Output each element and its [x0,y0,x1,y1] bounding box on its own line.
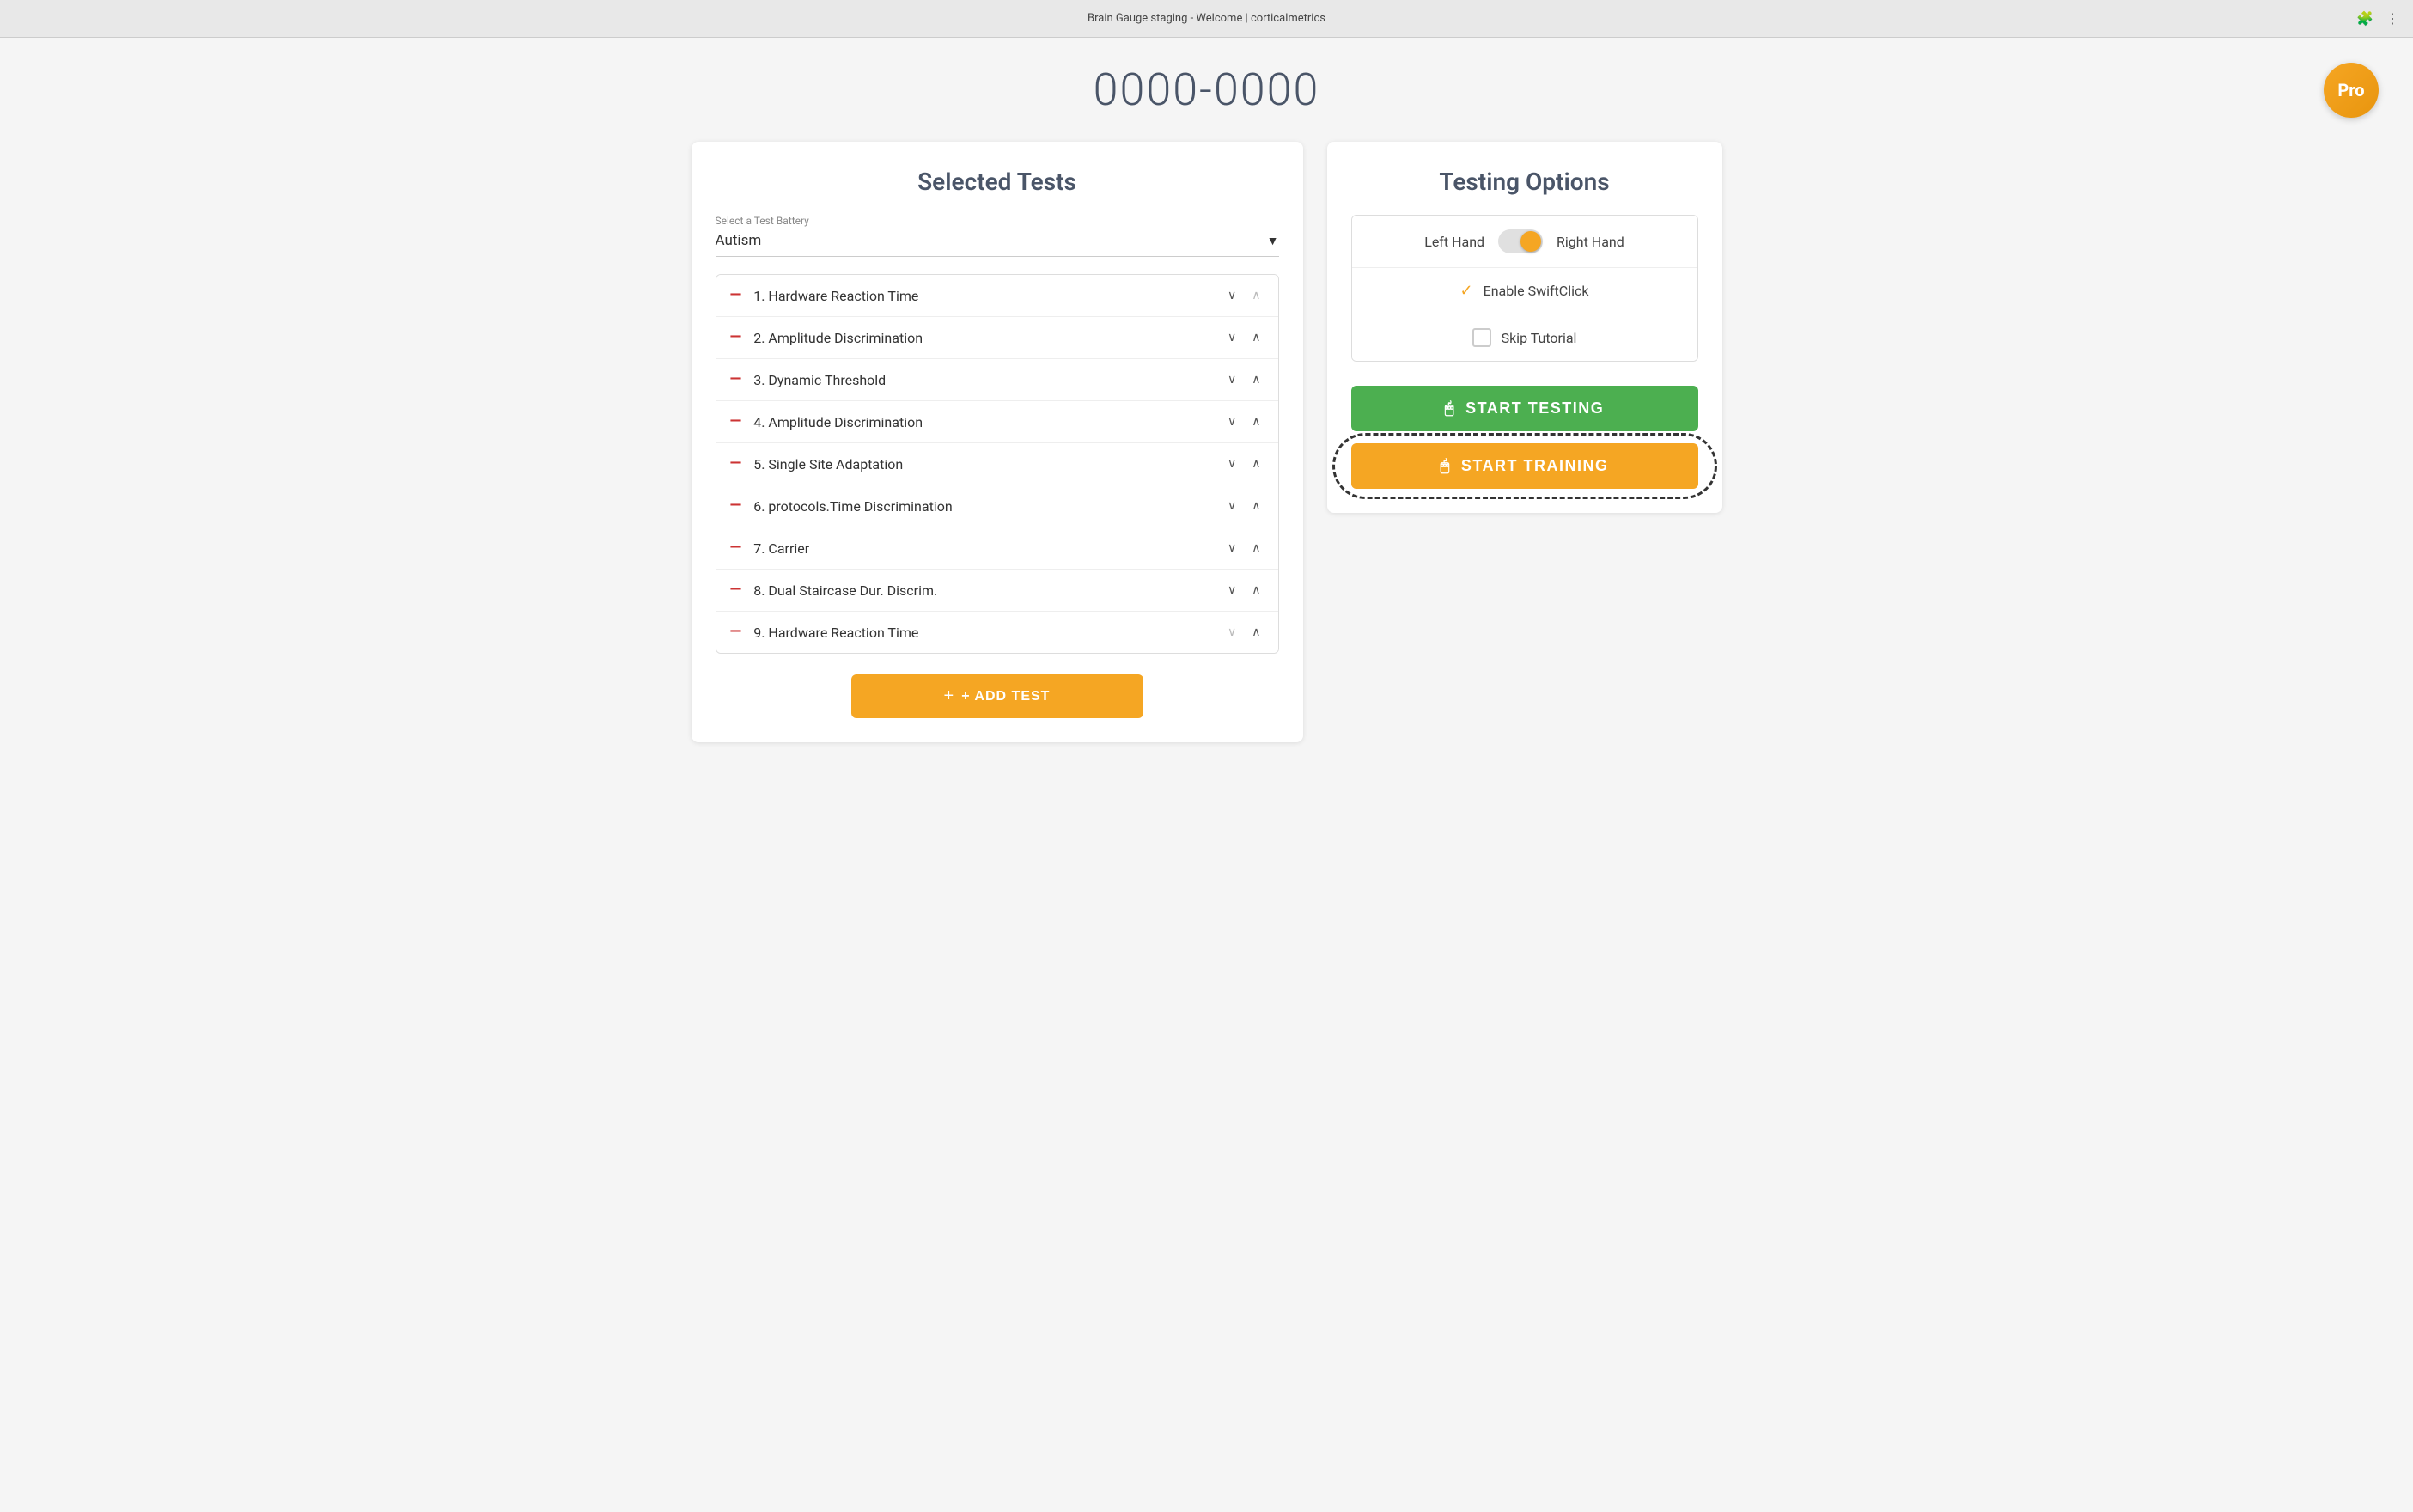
browser-icons: 🧩 ⋮ [2356,10,2399,27]
table-row: — 9. Hardware Reaction Time ∨ ∧ [716,612,1278,653]
battery-select-arrow-icon: ▼ [1267,234,1279,248]
table-row: — 6. protocols.Time Discrimination ∨ ∧ [716,485,1278,527]
test-7-expand-icon[interactable]: ∨ [1224,540,1240,557]
remove-test-3-button[interactable]: — [730,372,742,387]
toggle-thumb [1520,231,1541,252]
table-row: — 3. Dynamic Threshold ∨ ∧ [716,359,1278,401]
plus-icon: + [944,686,955,706]
test-9-expand-icon[interactable]: ∨ [1224,624,1240,641]
skip-tutorial-option-row: Skip Tutorial [1352,314,1697,361]
test-6-controls: ∨ ∧ [1224,497,1264,515]
header: 0000-0000 Pro [34,64,2379,116]
browser-bar: Brain Gauge staging - Welcome | cortical… [0,0,2413,38]
test-9-name: 9. Hardware Reaction Time [753,625,1224,641]
remove-test-9-button[interactable]: — [730,625,742,640]
test-8-expand-icon[interactable]: ∨ [1224,582,1240,599]
selected-tests-heading: Selected Tests [716,168,1279,196]
test-6-name: 6. protocols.Time Discrimination [753,498,1224,515]
test-4-expand-icon[interactable]: ∨ [1224,413,1240,430]
remove-test-4-button[interactable]: — [730,414,742,430]
start-training-label: START TRAINING [1461,457,1609,475]
battery-label: Select a Test Battery [716,215,1279,227]
test-6-expand-icon[interactable]: ∨ [1224,497,1240,515]
test-8-controls: ∨ ∧ [1224,582,1264,599]
puzzle-icon[interactable]: 🧩 [2356,10,2373,27]
test-1-controls: ∨ ∧ [1224,287,1264,304]
test-3-name: 3. Dynamic Threshold [753,372,1224,388]
test-2-up-icon[interactable]: ∧ [1248,329,1264,346]
table-row: — 4. Amplitude Discrimination ∨ ∧ [716,401,1278,443]
page-title: 0000-0000 [34,64,2379,116]
test-1-up-icon: ∧ [1248,287,1264,304]
test-list: — 1. Hardware Reaction Time ∨ ∧ — 2. Amp… [716,274,1279,654]
testing-options-panel: Testing Options Left Hand Right Hand ✓ E… [1327,142,1722,513]
table-row: — 1. Hardware Reaction Time ∨ ∧ [716,275,1278,317]
table-row: — 8. Dual Staircase Dur. Discrim. ∨ ∧ [716,570,1278,612]
battery-select[interactable]: Autism ▼ [716,232,1279,257]
right-hand-label: Right Hand [1557,234,1624,250]
start-testing-button[interactable]: 🖱 START TESTING [1351,386,1698,431]
table-row: — 7. Carrier ∨ ∧ [716,527,1278,570]
testing-options-heading: Testing Options [1351,168,1698,196]
test-1-expand-icon[interactable]: ∨ [1224,287,1240,304]
test-3-expand-icon[interactable]: ∨ [1224,371,1240,388]
test-6-up-icon[interactable]: ∧ [1248,497,1264,515]
test-7-controls: ∨ ∧ [1224,540,1264,557]
test-5-up-icon[interactable]: ∧ [1248,455,1264,472]
start-training-button[interactable]: 🖱 START TRAINING [1351,443,1698,489]
left-hand-label: Left Hand [1424,234,1484,250]
skip-tutorial-checkbox[interactable] [1472,328,1491,347]
swiftclick-label: Enable SwiftClick [1484,283,1589,299]
hand-option-row: Left Hand Right Hand [1352,216,1697,268]
table-row: — 5. Single Site Adaptation ∨ ∧ [716,443,1278,485]
add-test-label: + ADD TEST [961,689,1050,704]
toggle-track [1498,229,1543,253]
start-testing-label: START TESTING [1465,399,1604,418]
selected-tests-panel: Selected Tests Select a Test Battery Aut… [692,142,1303,742]
mouse-icon: 🖱 [1445,399,1455,418]
test-4-controls: ∨ ∧ [1224,413,1264,430]
panels: Selected Tests Select a Test Battery Aut… [692,142,1722,742]
options-section: Left Hand Right Hand ✓ Enable SwiftClick [1351,215,1698,362]
test-3-up-icon[interactable]: ∧ [1248,371,1264,388]
remove-test-8-button[interactable]: — [730,582,742,598]
battery-select-value: Autism [716,232,762,249]
remove-test-1-button[interactable]: — [730,288,742,303]
test-5-controls: ∨ ∧ [1224,455,1264,472]
table-row: — 2. Amplitude Discrimination ∨ ∧ [716,317,1278,359]
test-9-up-icon[interactable]: ∧ [1248,624,1264,641]
browser-title: Brain Gauge staging - Welcome | cortical… [1088,12,1325,25]
remove-test-7-button[interactable]: — [730,540,742,556]
hand-toggle[interactable] [1498,229,1543,253]
test-8-name: 8. Dual Staircase Dur. Discrim. [753,582,1224,599]
test-5-expand-icon[interactable]: ∨ [1224,455,1240,472]
test-4-name: 4. Amplitude Discrimination [753,414,1224,430]
pro-badge: Pro [2324,63,2379,118]
remove-test-2-button[interactable]: — [730,330,742,345]
test-5-name: 5. Single Site Adaptation [753,456,1224,472]
test-4-up-icon[interactable]: ∧ [1248,413,1264,430]
skip-tutorial-label: Skip Tutorial [1502,330,1577,346]
start-training-wrapper: 🖱 START TRAINING [1351,443,1698,489]
test-8-up-icon[interactable]: ∧ [1248,582,1264,599]
test-7-up-icon[interactable]: ∧ [1248,540,1264,557]
test-9-controls: ∨ ∧ [1224,624,1264,641]
remove-test-6-button[interactable]: — [730,498,742,514]
swiftclick-option-row: ✓ Enable SwiftClick [1352,268,1697,314]
test-2-name: 2. Amplitude Discrimination [753,330,1224,346]
checkmark-icon: ✓ [1460,282,1473,300]
ellipsis-icon[interactable]: ⋮ [2386,10,2399,27]
remove-test-5-button[interactable]: — [730,456,742,472]
add-test-button[interactable]: + + ADD TEST [851,674,1143,718]
test-1-name: 1. Hardware Reaction Time [753,288,1224,304]
mouse-icon-2: 🖱 [1441,457,1451,475]
main-content: 0000-0000 Pro Selected Tests Select a Te… [0,38,2413,1512]
test-3-controls: ∨ ∧ [1224,371,1264,388]
test-7-name: 7. Carrier [753,540,1224,557]
test-2-controls: ∨ ∧ [1224,329,1264,346]
test-2-expand-icon[interactable]: ∨ [1224,329,1240,346]
